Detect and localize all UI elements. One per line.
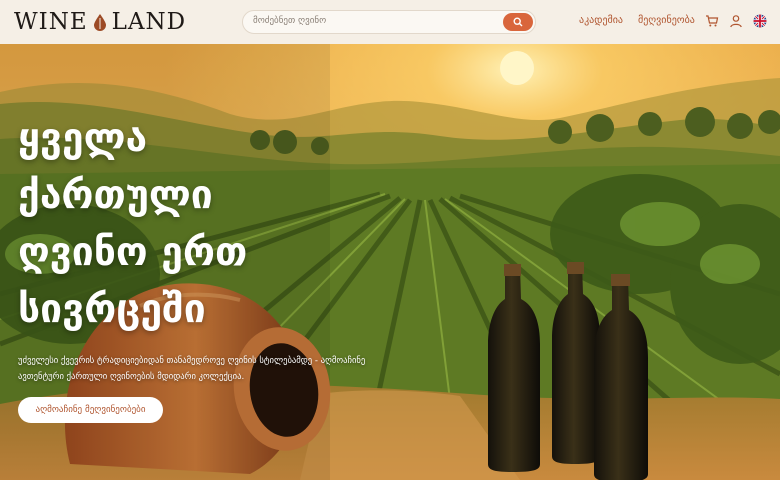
wine-bottles <box>488 262 648 480</box>
nav-academy-link[interactable]: აკადემია <box>579 15 623 26</box>
cart-icon[interactable] <box>705 14 719 28</box>
search-button[interactable] <box>503 13 533 31</box>
logo-text-left: WINE <box>14 9 88 35</box>
logo[interactable]: WINE LAND <box>14 9 186 35</box>
nav-producers-link[interactable]: მეღვინეობა <box>638 15 695 26</box>
hero-title: ყველა ქართული ღვინო ერთ სივრცეში <box>18 116 248 332</box>
user-icon[interactable] <box>729 14 743 28</box>
hero-section: ყველა ქართული ღვინო ერთ სივრცეში უძველეს… <box>0 44 780 480</box>
search-bar[interactable]: მოძებნეთ ღვინო <box>242 10 536 34</box>
search-icon <box>513 17 523 27</box>
header: WINE LAND მოძებნეთ ღვინო აკადემია მეღვინ… <box>0 0 780 44</box>
search-input[interactable]: მოძებნეთ ღვინო <box>253 16 326 26</box>
uk-flag-icon[interactable] <box>753 14 767 28</box>
discover-producers-button[interactable]: აღმოაჩინე მეღვინეობები <box>18 397 163 423</box>
wine-drop-icon <box>93 13 106 31</box>
hero-subtitle: უძველესი ქვევრის ტრადიციებიდან თანამედრო… <box>18 356 366 382</box>
logo-text-right: LAND <box>111 9 187 35</box>
